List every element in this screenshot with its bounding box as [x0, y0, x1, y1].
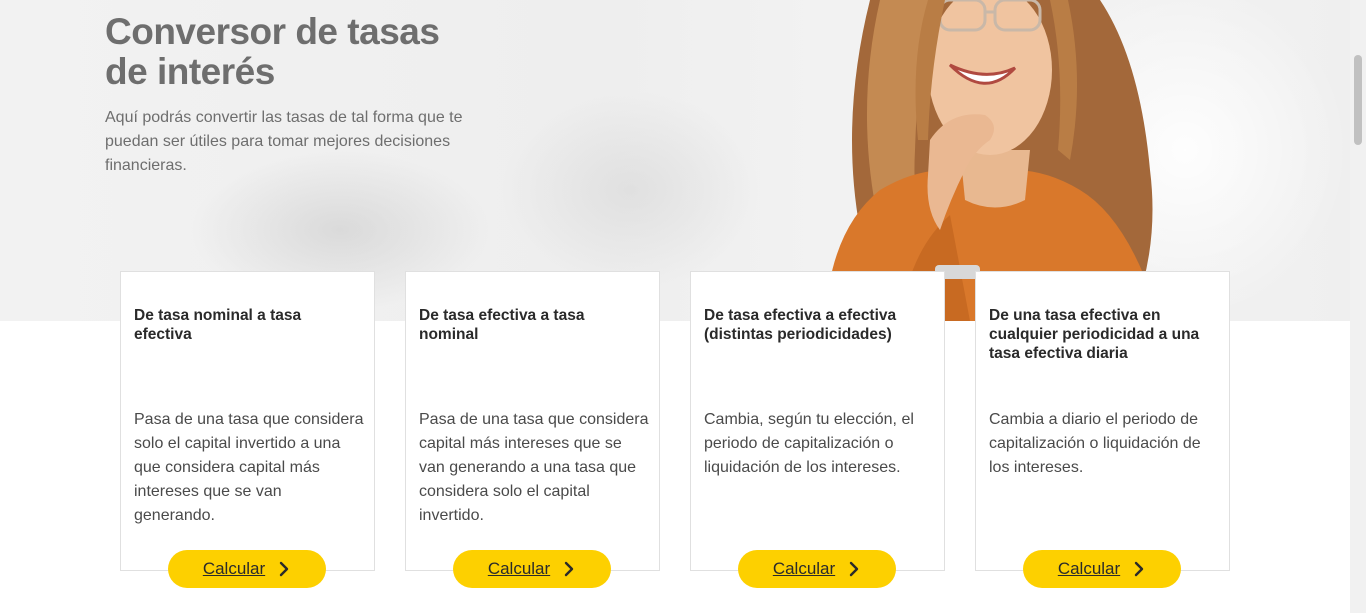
- scrollbar-thumb[interactable]: [1354, 55, 1362, 145]
- card-description: Cambia a diario el periodo de capitaliza…: [989, 411, 1201, 476]
- card-title: De una tasa efectiva en cualquier period…: [989, 307, 1200, 362]
- chevron-right-icon: [279, 561, 289, 577]
- hero-description: Aquí podrás convertir las tasas de tal f…: [105, 109, 463, 174]
- calculate-button[interactable]: Calcular: [1023, 550, 1181, 588]
- calculate-button-label: Calcular: [1057, 559, 1121, 578]
- card-effective-to-nominal: De tasa efectiva a tasa nominal Pasa de …: [405, 271, 660, 571]
- card-description: Pasa de una tasa que considera capital m…: [419, 411, 649, 524]
- calculate-button-label: Calcular: [772, 559, 836, 578]
- card-nominal-to-effective: De tasa nominal a tasa efectiva Pasa de …: [120, 271, 375, 571]
- card-effective-to-effective: De tasa efectiva a efectiva (distintas p…: [690, 271, 945, 571]
- calculate-button-label: Calcular: [487, 559, 551, 578]
- chevron-right-icon: [564, 561, 574, 577]
- chevron-right-icon: [849, 561, 859, 577]
- card-description: Pasa de una tasa que considera solo el c…: [134, 411, 364, 524]
- card-effective-to-daily: De una tasa efectiva en cualquier period…: [975, 271, 1230, 571]
- card-title: De tasa nominal a tasa efectiva: [134, 307, 302, 343]
- calculate-button-label: Calcular: [202, 559, 266, 578]
- card-title: De tasa efectiva a efectiva (distintas p…: [704, 307, 897, 343]
- page-scrollbar[interactable]: [1350, 0, 1366, 613]
- card-title: De tasa efectiva a tasa nominal: [419, 307, 585, 343]
- chevron-right-icon: [1134, 561, 1144, 577]
- calculate-button[interactable]: Calcular: [453, 550, 611, 588]
- page-title: Conversor de tasas de interés: [105, 11, 440, 92]
- calculate-button[interactable]: Calcular: [738, 550, 896, 588]
- calculate-button[interactable]: Calcular: [168, 550, 326, 588]
- card-description: Cambia, según tu elección, el periodo de…: [704, 411, 914, 476]
